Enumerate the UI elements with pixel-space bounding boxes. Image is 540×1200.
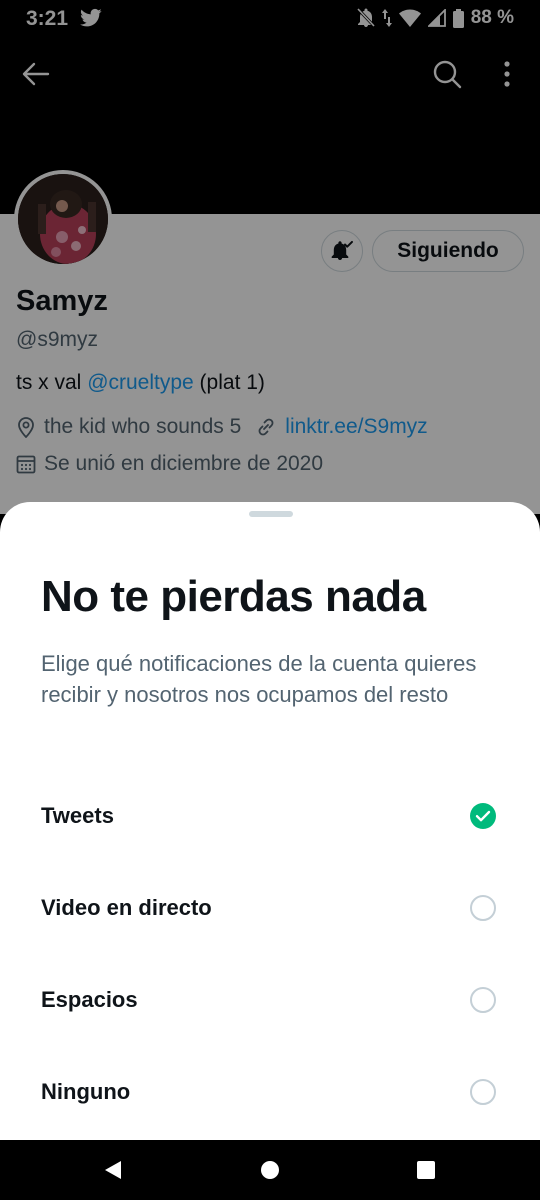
nav-recents-button[interactable] [410,1154,442,1186]
nav-back-button[interactable] [97,1154,129,1186]
sheet-description: Elige qué notificaciones de la cuenta qu… [41,651,477,707]
radio-unchecked-icon[interactable] [470,987,496,1013]
option-tweets[interactable]: Tweets [0,770,540,862]
triangle-back-icon [105,1161,121,1179]
option-live-video[interactable]: Video en directo [0,862,540,954]
option-label: Video en directo [41,895,212,920]
radio-checked-icon[interactable] [470,803,496,829]
radio-unchecked-icon[interactable] [470,1079,496,1105]
notification-settings-sheet: No te pierdas nada Elige qué notificacio… [0,502,540,1140]
option-label: Tweets [41,803,114,828]
option-none[interactable]: Ninguno [0,1046,540,1138]
nav-home-button[interactable] [254,1154,286,1186]
checkmark-icon [475,810,491,822]
radio-unchecked-icon[interactable] [470,895,496,921]
sheet-drag-handle[interactable] [249,511,293,517]
sheet-title: No te pierdas nada [41,572,426,621]
circle-home-icon [261,1161,279,1179]
option-spaces[interactable]: Espacios [0,954,540,1046]
square-recents-icon [417,1161,435,1179]
option-label: Ninguno [41,1079,131,1104]
option-label: Espacios [41,987,138,1012]
system-navigation-bar [0,1140,540,1200]
